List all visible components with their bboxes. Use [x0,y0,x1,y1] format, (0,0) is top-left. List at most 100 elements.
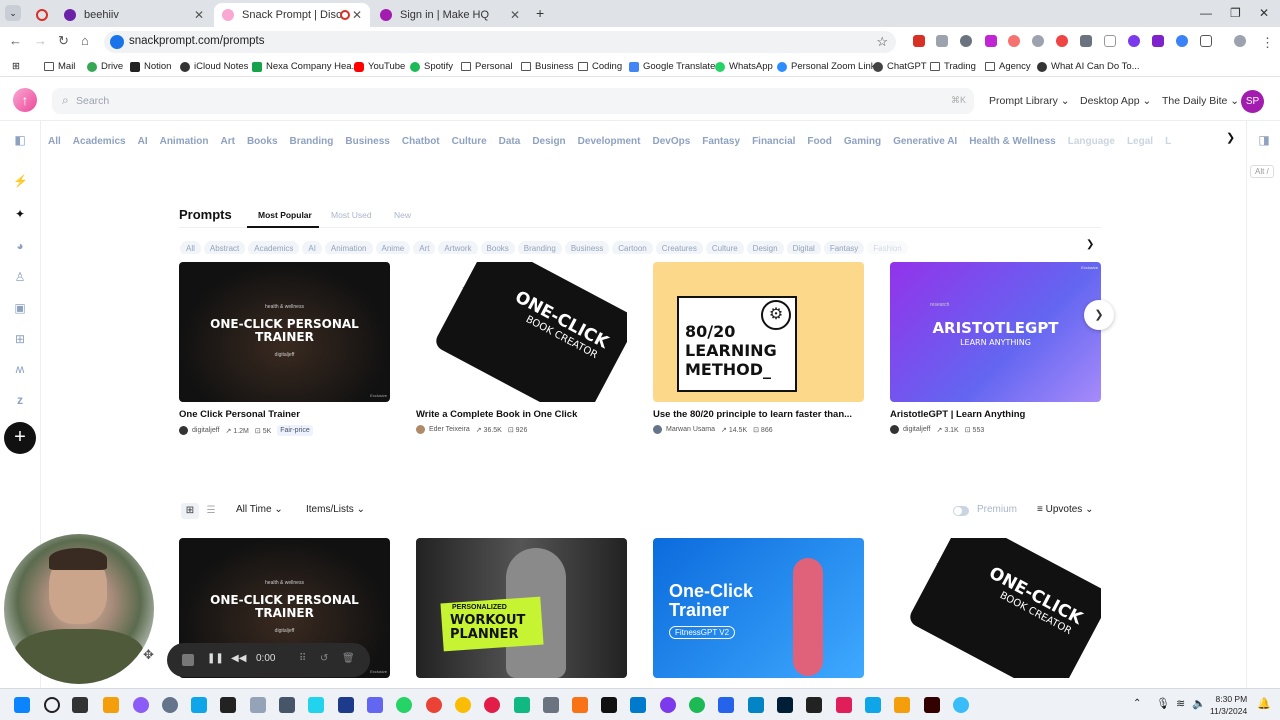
card-title[interactable]: AristotleGPT | Learn Anything [890,409,1101,420]
bookmark-trading[interactable]: Trading [930,61,976,72]
chrome-icon[interactable] [455,697,471,713]
illustrator-icon[interactable] [924,697,940,713]
type-filter-dropdown[interactable]: Items/Lists ⌄ [306,504,365,515]
bookmark-personal[interactable]: Personal [461,61,513,72]
move-handle-icon[interactable]: ✥ [143,647,154,663]
app-icon[interactable] [572,697,588,713]
bookmark-mail[interactable]: Mail [44,61,75,72]
create-button[interactable]: + [4,422,36,454]
chip[interactable]: Business [564,241,610,254]
category-item[interactable]: Fantasy [702,136,740,147]
bookmark-google-translate[interactable]: Google Translate [629,61,715,72]
chip[interactable]: Books [480,241,515,254]
start-icon[interactable] [14,697,30,713]
bookmark-icloud-notes[interactable]: iCloud Notes [180,61,248,72]
category-next-icon[interactable]: ❯ [1226,131,1235,144]
site-info-icon[interactable] [110,35,124,49]
category-item[interactable]: Design [532,136,565,147]
author-avatar[interactable] [890,425,899,434]
category-item[interactable]: Books [247,136,278,147]
author-name[interactable]: Eder Teixeira [429,426,470,433]
chip[interactable]: Culture [705,241,744,254]
extension-icon[interactable] [1104,35,1116,47]
extension-icon[interactable] [1152,35,1164,47]
browser-tab-1[interactable] [28,3,56,27]
webcam-overlay[interactable] [4,534,154,684]
restart-icon[interactable]: ↺ [320,653,328,664]
author-avatar[interactable] [179,426,188,435]
browser-tab-snackprompt[interactable]: Snack Prompt | Discover Th ✕ [214,3,370,27]
extension-icon[interactable] [960,35,972,47]
chip[interactable]: Fashion [867,241,908,254]
card-title[interactable]: Use the 80/20 principle to learn faster … [653,409,864,420]
chip[interactable]: Artwork [438,241,478,254]
app-icon[interactable] [191,697,207,713]
reload-icon[interactable]: ↻ [58,33,69,49]
browser-tab-make[interactable]: Sign in | Make HQ ✕ [372,3,528,27]
bookmark-star-icon[interactable]: ☆ [876,34,888,50]
chips-next-icon[interactable]: ❯ [1086,239,1094,250]
spotify-icon[interactable] [689,697,705,713]
chip[interactable]: Art [413,241,436,254]
chip[interactable]: Fantasy [823,241,865,254]
bookmark-coding[interactable]: Coding [578,61,622,72]
apps-icon[interactable]: ⊞ [12,61,20,72]
time-filter-dropdown[interactable]: All Time ⌄ [236,504,283,515]
lightroom-icon[interactable] [777,697,793,713]
zapier-icon[interactable]: z [13,393,27,407]
nav-prompt-library[interactable]: Prompt Library ⌄ [989,95,1070,107]
category-item[interactable]: Business [345,136,389,147]
premium-toggle[interactable] [953,506,969,516]
app-icon[interactable] [748,697,764,713]
chip[interactable]: AI [302,241,322,254]
author-name[interactable]: digitaljeff [192,427,220,434]
address-bar[interactable]: snackprompt.com/prompts ☆ [104,31,896,53]
extension-icon[interactable] [985,35,997,47]
calculator-icon[interactable] [279,697,295,713]
delete-icon[interactable]: 🗑 [342,653,355,664]
close-tab-icon[interactable]: ✕ [352,8,362,22]
extensions-puzzle-icon[interactable] [1200,35,1212,47]
search-box[interactable]: ⌕ ⌘K [52,88,974,114]
category-item[interactable]: L [1165,136,1171,147]
explore-icon[interactable]: ⚡ [13,174,28,188]
close-window-icon[interactable]: ✕ [1259,6,1269,20]
rewind-icon[interactable]: ◀◀ [231,653,246,664]
bookmark-notion[interactable]: Notion [130,61,171,72]
search-input[interactable] [76,91,936,111]
category-item[interactable]: Legal [1127,136,1153,147]
app-icon[interactable] [338,697,354,713]
chip[interactable]: Branding [517,241,562,254]
minimize-icon[interactable]: — [1200,6,1212,20]
chip[interactable]: Design [746,241,784,254]
category-item[interactable]: DevOps [652,136,690,147]
app-icon[interactable] [660,697,676,713]
make-app-icon[interactable]: ʍ [13,362,27,376]
grid-icon[interactable]: ⊞ [13,332,27,346]
category-item[interactable]: AI [138,136,148,147]
profile-icon[interactable] [1234,35,1246,47]
category-item[interactable]: Academics [73,136,126,147]
chip[interactable]: Abstract [203,241,246,254]
list-view-button[interactable]: ☰ [202,503,220,519]
extension-icon[interactable] [1080,35,1092,47]
chip[interactable]: Cartoon [612,241,653,254]
bookmark-nexa[interactable]: Nexa Company Hea... [252,61,359,72]
author-avatar[interactable] [416,425,425,434]
tab-search-button[interactable]: ⌄ [5,5,21,21]
search-icon[interactable] [44,697,60,713]
copilot-icon[interactable] [133,697,149,713]
sidebar-toggle-icon[interactable]: ◧ [13,133,27,147]
pie-chart-icon[interactable]: ◕ [13,239,27,253]
card-title[interactable]: Write a Complete Book in One Click [416,409,627,420]
nav-daily-bite[interactable]: The Daily Bite ⌄ [1162,95,1239,107]
chip[interactable]: Academics [248,241,300,254]
carousel-next-button[interactable]: ❯ [1084,300,1114,330]
app-icon[interactable] [543,697,559,713]
bookmark-what-ai[interactable]: What AI Can Do To... [1037,61,1140,72]
notification-icon[interactable]: 🔔 [1257,697,1271,710]
new-tab-button[interactable]: + [536,5,544,21]
forward-icon[interactable]: → [34,33,47,48]
app-icon[interactable] [894,697,910,713]
slack-icon[interactable] [836,697,852,713]
